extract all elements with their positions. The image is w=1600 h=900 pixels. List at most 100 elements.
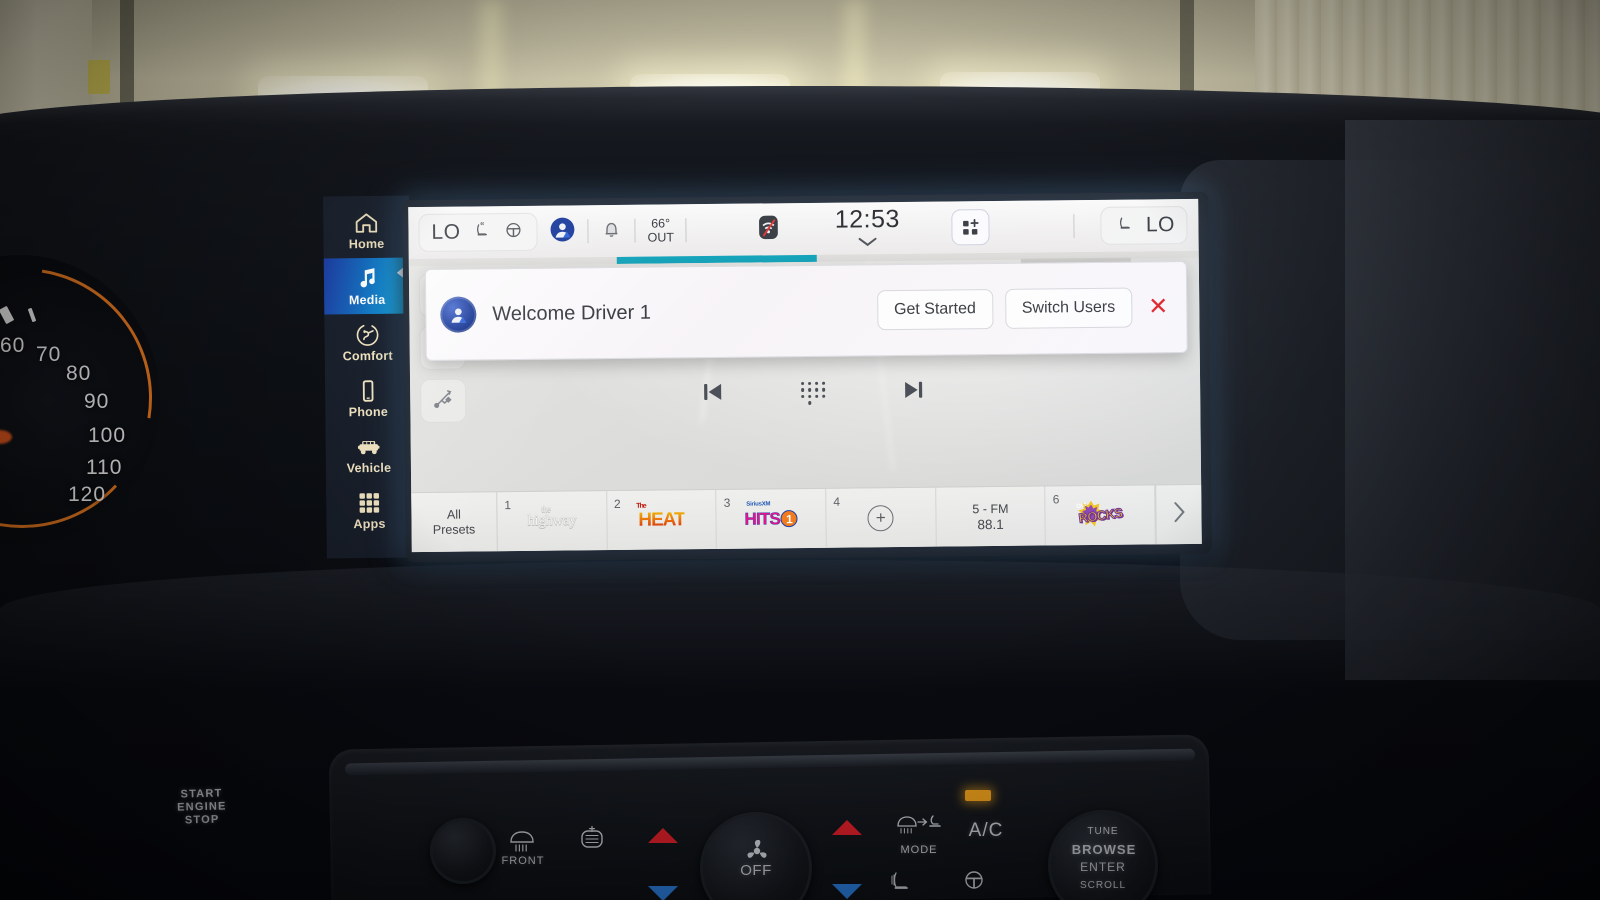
hits-badge: 1 <box>780 510 799 528</box>
clock-time: 12:53 <box>834 204 900 234</box>
dashboard-lower-ledge <box>0 560 1600 690</box>
preset-4-empty[interactable]: 4 + <box>826 487 937 548</box>
notification-bell-icon[interactable] <box>600 216 622 245</box>
preset-fm: 5 - FM 88.1 <box>972 500 1008 532</box>
status-divider-1 <box>587 219 589 244</box>
preset-number: 3 <box>723 495 731 510</box>
left-aux-knob[interactable] <box>430 818 496 884</box>
preset-band: 5 - FM <box>972 501 1009 516</box>
outside-temp-label: OUT <box>647 230 675 245</box>
heated-seat-icon[interactable] <box>1114 212 1136 239</box>
usb-source-button[interactable] <box>420 378 467 424</box>
hits-siriusxm: SiriusXM <box>746 500 771 508</box>
sidebar-item-phone[interactable]: Phone <box>325 370 412 427</box>
comfort-seat-icon <box>354 321 380 347</box>
heated-steering-wheel-icon[interactable] <box>958 866 990 899</box>
outside-temp-value: 66° <box>651 216 671 231</box>
user-profile-icon[interactable] <box>549 216 575 247</box>
stop-label: STOP <box>184 813 220 827</box>
fan-off-label: OFF <box>740 862 772 879</box>
status-bar: LO 66° OUT 12:53 LO <box>408 198 1199 260</box>
browse-label: BROWSE <box>1071 842 1137 857</box>
speed-tick-100: 100 <box>88 424 127 447</box>
next-track-icon[interactable] <box>898 374 928 409</box>
heated-seat-icon[interactable] <box>470 219 492 246</box>
infotainment-side-nav: Home Media Comfort Phone Vehicle Apps <box>323 195 413 559</box>
presets-bar: All Presets 1 the highway 2 The HEAT 3 S… <box>411 483 1202 553</box>
highway-text: highway <box>527 512 577 529</box>
chevron-down-icon[interactable] <box>856 234 878 252</box>
speed-tick-60: 60 <box>0 334 26 357</box>
preset-6[interactable]: 6 Oct ROCKS <box>1045 485 1156 546</box>
sidebar-item-vehicle[interactable]: Vehicle <box>326 426 413 483</box>
scroll-label: SCROLL <box>1079 880 1126 891</box>
music-note-icon <box>354 265 380 291</box>
presets-next-page-button[interactable] <box>1155 484 1202 545</box>
sidebar-item-label: Home <box>348 236 385 251</box>
add-preset-icon[interactable]: + <box>867 504 894 531</box>
sidebar-item-label: Vehicle <box>346 460 392 475</box>
sidebar-item-comfort[interactable]: Comfort <box>324 314 411 371</box>
all-presets-label-line2: Presets <box>432 521 476 537</box>
speed-tick-80: 80 <box>66 362 92 385</box>
passenger-temp-down-icon[interactable] <box>832 884 862 899</box>
status-divider-3 <box>685 218 688 243</box>
wifi-off-icon[interactable] <box>755 213 783 246</box>
heated-steering-wheel-icon[interactable] <box>502 218 524 245</box>
preset-logo-octane-rocks: Oct ROCKS <box>1072 500 1128 531</box>
clock-widget[interactable]: 12:53 <box>835 204 901 252</box>
status-divider-2 <box>634 218 636 243</box>
sidebar-item-label: Media <box>348 292 386 307</box>
driver-climate-pill[interactable]: LO <box>418 212 538 253</box>
ac-button-label[interactable]: A/C <box>958 820 1014 842</box>
rear-defrost-icon[interactable] <box>575 824 609 859</box>
sidebar-item-apps[interactable]: Apps <box>326 482 413 539</box>
passenger-climate-pill[interactable]: LO <box>1100 205 1189 245</box>
sidebar-item-home[interactable]: Home <box>323 202 410 259</box>
sidebar-item-label: Apps <box>353 516 386 531</box>
vehicle-icon <box>356 433 382 459</box>
preset-number: 1 <box>504 498 512 513</box>
close-x-icon[interactable]: ✕ <box>1148 293 1168 320</box>
status-divider-4 <box>1073 214 1076 239</box>
usb-icon <box>428 383 458 418</box>
speed-tick-110: 110 <box>86 456 123 479</box>
infotainment-screen: LO 66° OUT 12:53 LO All Presets 1 the hi… <box>408 198 1202 553</box>
heat-tiny: The <box>636 502 646 510</box>
chevron-right-icon <box>1170 498 1188 531</box>
preset-number: 6 <box>1052 492 1060 507</box>
driver-temp-down-icon[interactable] <box>648 886 678 900</box>
driver-temp-value: LO <box>431 220 461 244</box>
all-presets-button[interactable]: All Presets <box>411 492 498 553</box>
preset-frequency: 88.1 <box>977 516 1004 532</box>
get-started-button[interactable]: Get Started <box>876 289 994 331</box>
sidebar-item-label: Comfort <box>342 348 393 363</box>
preset-2[interactable]: 2 The HEAT <box>606 489 718 551</box>
preset-number: 4 <box>833 494 841 509</box>
passenger-temp-up-icon[interactable] <box>832 820 862 835</box>
add-shortcut-icon[interactable] <box>951 209 991 246</box>
welcome-notification-toast: Welcome Driver 1 Get Started Switch User… <box>424 260 1188 361</box>
heated-seat-icon[interactable] <box>886 868 916 900</box>
apps-grid-icon <box>356 489 382 515</box>
start-engine-stop-button[interactable]: START ENGINE STOP <box>165 787 238 837</box>
mode-label: MODE <box>900 844 938 856</box>
front-defrost-label: FRONT <box>501 855 545 867</box>
home-icon <box>353 209 379 235</box>
sidebar-item-media[interactable]: Media <box>323 257 411 315</box>
previous-track-icon[interactable] <box>698 376 728 411</box>
tune-label: TUNE <box>1087 826 1119 837</box>
switch-users-button[interactable]: Switch Users <box>1004 287 1133 329</box>
user-profile-icon <box>440 296 477 333</box>
phone-icon <box>355 377 381 403</box>
preset-5[interactable]: 5 - FM 88.1 <box>935 486 1047 547</box>
ac-indicator-led <box>965 790 991 801</box>
outside-temperature: 66° OUT <box>647 216 674 244</box>
preset-3[interactable]: 3 SiriusXM HITS 1 <box>716 488 827 549</box>
driver-temp-up-icon[interactable] <box>648 828 678 843</box>
garage-sign-left <box>88 60 110 94</box>
speed-tick-120: 120 <box>68 483 107 506</box>
preset-1[interactable]: 1 the highway <box>497 491 608 552</box>
highway-the: the <box>541 503 551 514</box>
tune-dots-icon[interactable] <box>800 381 826 405</box>
